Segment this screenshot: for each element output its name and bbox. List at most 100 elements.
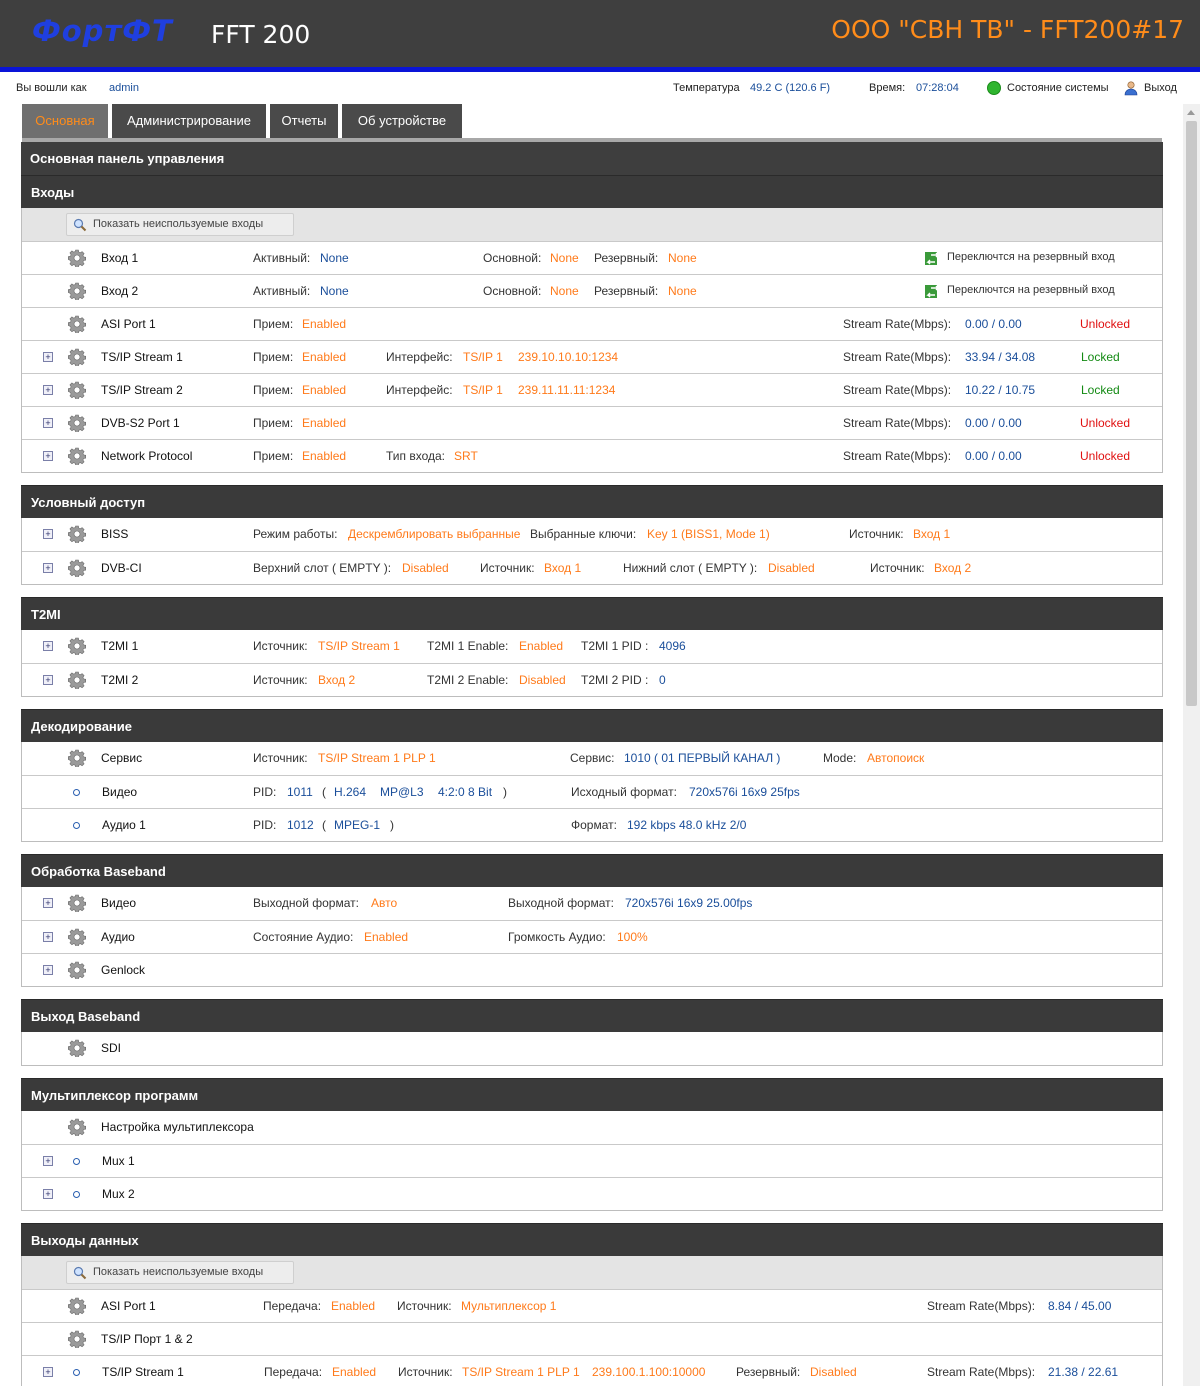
gear-icon[interactable]: [68, 381, 86, 399]
pid-value: 1011: [287, 785, 313, 799]
gear-icon[interactable]: [68, 1039, 86, 1057]
tab-main[interactable]: Основная: [22, 104, 108, 138]
gear-icon[interactable]: [68, 348, 86, 366]
gear-icon[interactable]: [68, 637, 86, 655]
section-mux-header: Мультиплексор программ: [21, 1078, 1163, 1111]
expand-icon[interactable]: +: [43, 1367, 53, 1377]
expand-icon[interactable]: +: [43, 641, 53, 651]
page-scrollbar[interactable]: [1183, 104, 1200, 1386]
gear-icon[interactable]: [68, 1118, 86, 1136]
row-name[interactable]: TS/IP Stream 1: [102, 1365, 184, 1379]
rate-label: Stream Rate(Mbps):: [927, 1365, 1036, 1379]
ca-row-dvbci: + DVB-CI Верхний слот ( EMPTY ): Disable…: [22, 551, 1162, 584]
scroll-thumb[interactable]: [1186, 121, 1197, 706]
source-value: Вход 1: [544, 561, 582, 575]
row-name[interactable]: DVB-CI: [101, 561, 142, 575]
row-name[interactable]: Настройка мультиплексора: [101, 1120, 254, 1134]
username[interactable]: admin: [109, 82, 139, 94]
main-label: Основной:: [483, 251, 542, 265]
backup-label: Резервный:: [594, 284, 659, 298]
tab-administration[interactable]: Администрирование: [112, 104, 266, 138]
gear-icon[interactable]: [68, 414, 86, 432]
gear-icon[interactable]: [68, 447, 86, 465]
pid-label: PID:: [253, 818, 277, 832]
row-name[interactable]: T2MI 1: [101, 639, 138, 653]
interface-value: TS/IP 1: [463, 350, 503, 364]
switch-to-backup-button[interactable]: Переключтся на резервный вход: [947, 251, 1115, 263]
row-name[interactable]: DVB-S2 Port 1: [101, 416, 180, 430]
tab-reports[interactable]: Отчеты: [270, 104, 338, 138]
row-name[interactable]: Вход 2: [101, 284, 138, 298]
row-name[interactable]: TS/IP Stream 1: [101, 350, 183, 364]
expand-icon[interactable]: +: [43, 675, 53, 685]
transmit-value: Enabled: [331, 1299, 376, 1313]
row-name[interactable]: Genlock: [101, 963, 145, 977]
expand-icon[interactable]: +: [43, 451, 53, 461]
scroll-up-icon[interactable]: [1187, 110, 1195, 115]
mux-row-setup: Настройка мультиплексора: [22, 1111, 1162, 1144]
row-name[interactable]: Видео: [101, 896, 136, 910]
show-unused-inputs-button[interactable]: Показать неиспользуемые входы: [66, 213, 294, 236]
expand-icon[interactable]: +: [43, 563, 53, 573]
receive-label: Прием:: [253, 449, 294, 463]
source-value: Вход 2: [318, 673, 356, 687]
expand-icon[interactable]: +: [43, 898, 53, 908]
row-name[interactable]: ASI Port 1: [101, 317, 156, 331]
backup-label: Резервный:: [594, 251, 659, 265]
row-name[interactable]: Mux 2: [102, 1187, 135, 1201]
gear-icon[interactable]: [68, 249, 86, 267]
system-state-link[interactable]: Состояние системы: [1007, 82, 1109, 94]
row-name[interactable]: BISS: [101, 527, 128, 541]
gear-icon[interactable]: [68, 961, 86, 979]
section-baseband-header: Обработка Baseband: [21, 854, 1163, 887]
gear-icon[interactable]: [68, 282, 86, 300]
bottom-slot-value: Disabled: [768, 561, 815, 575]
gear-icon[interactable]: [68, 1297, 86, 1315]
gear-icon[interactable]: [68, 671, 86, 689]
gear-icon[interactable]: [68, 525, 86, 543]
output-format-label: Выходной формат:: [253, 896, 359, 910]
section-baseband-output: SDI: [21, 1032, 1163, 1066]
switch-to-backup-button[interactable]: Переключтся на резервный вход: [947, 284, 1115, 296]
expand-icon[interactable]: +: [43, 418, 53, 428]
expand-icon[interactable]: +: [43, 932, 53, 942]
row-name[interactable]: TS/IP Stream 2: [101, 383, 183, 397]
row-name[interactable]: Network Protocol: [101, 449, 192, 463]
row-name[interactable]: Сервис: [101, 751, 142, 765]
rate-label: Stream Rate(Mbps):: [843, 449, 952, 463]
rate-value: 10.22 / 10.75: [965, 383, 1036, 397]
gear-icon[interactable]: [68, 1330, 86, 1348]
expand-icon[interactable]: +: [43, 1189, 53, 1199]
row-name[interactable]: TS/IP Порт 1 & 2: [101, 1332, 193, 1346]
source-label: Источник:: [253, 639, 308, 653]
tab-about-device[interactable]: Об устройстве: [342, 104, 462, 138]
row-name[interactable]: Mux 1: [102, 1154, 135, 1168]
row-name[interactable]: T2MI 2: [101, 673, 138, 687]
expand-icon[interactable]: +: [43, 385, 53, 395]
header-accent-bar: [0, 67, 1200, 72]
row-name[interactable]: Вход 1: [101, 251, 138, 265]
source-label: Источник:: [870, 561, 925, 575]
gear-icon[interactable]: [68, 894, 86, 912]
gear-icon[interactable]: [68, 315, 86, 333]
gear-icon[interactable]: [68, 749, 86, 767]
expand-icon[interactable]: +: [43, 352, 53, 362]
codec-value: MPEG-1: [334, 818, 381, 832]
gear-icon[interactable]: [68, 928, 86, 946]
lock-status: Unlocked: [1080, 416, 1131, 430]
expand-icon[interactable]: +: [43, 965, 53, 975]
source-label: Источник:: [849, 527, 904, 541]
row-name[interactable]: ASI Port 1: [101, 1299, 156, 1313]
receive-value: Enabled: [302, 350, 347, 364]
interface-label: Интерфейс:: [386, 350, 453, 364]
row-name[interactable]: SDI: [101, 1041, 121, 1055]
logout-link[interactable]: Выход: [1144, 82, 1177, 94]
source-label: Источник:: [253, 673, 308, 687]
receive-value: Enabled: [302, 416, 347, 430]
row-name[interactable]: Аудио: [101, 930, 135, 944]
expand-icon[interactable]: +: [43, 1156, 53, 1166]
gear-icon[interactable]: [68, 559, 86, 577]
chroma-value: 4:2:0 8 Bit: [438, 785, 493, 799]
expand-icon[interactable]: +: [43, 529, 53, 539]
show-unused-outputs-button[interactable]: Показать неиспользуемые входы: [66, 1261, 294, 1284]
